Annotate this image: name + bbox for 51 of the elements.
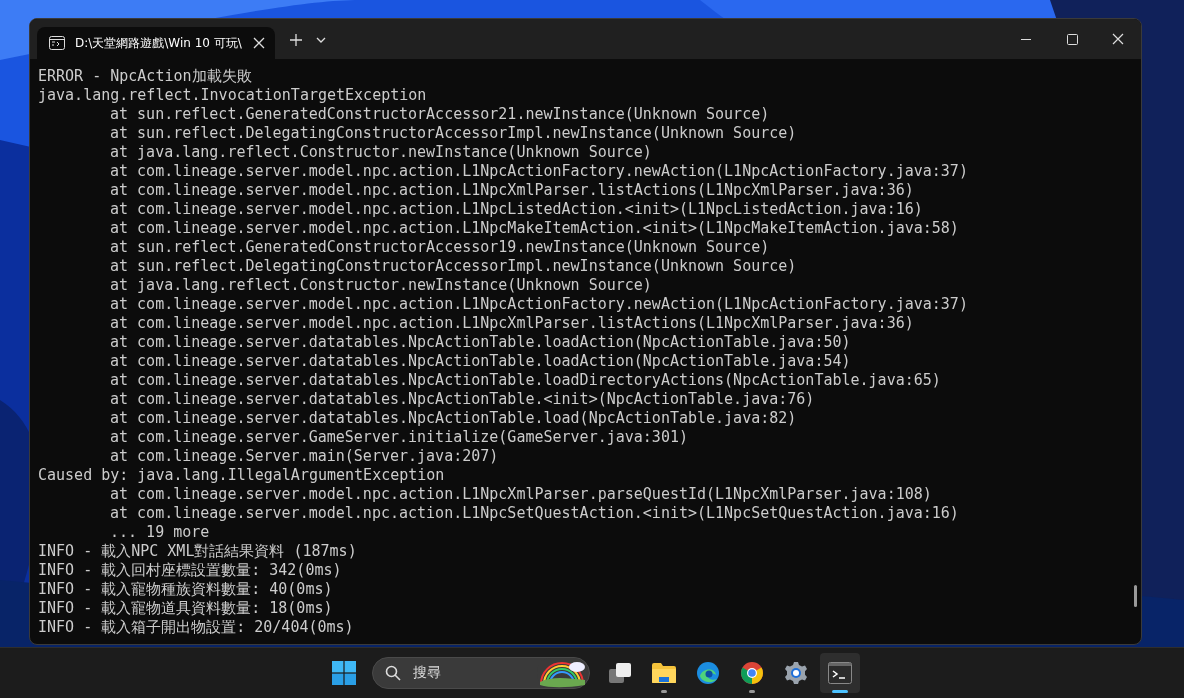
console-line: at com.lineage.server.GameServer.initialize(GameServer.java:301) <box>110 428 688 447</box>
console-line: at sun.reflect.DelegatingConstructorAccessorImpl.newInstance(Unknown Source) <box>110 124 797 143</box>
close-icon[interactable] <box>253 37 265 49</box>
console-line: at com.lineage.Server.main(Server.java:207) <box>110 447 499 466</box>
console-line: at com.lineage.server.model.npc.action.L1NpcActionFactory.newAction(L1NpcActionFactory.java:37) <box>110 162 968 181</box>
stacked-windows-icon <box>608 662 632 684</box>
settings-icon <box>784 661 808 685</box>
console-line: at com.lineage.server.datatables.NpcActionTable.loadDirectoryActions(NpcActionTable.java:65) <box>110 371 941 390</box>
scrollbar-thumb[interactable] <box>1134 585 1137 607</box>
console-line: at com.lineage.server.model.npc.action.L1NpcSetQuestAction.<init>(L1NpcSetQuestAction.java:16) <box>110 504 959 523</box>
edge-icon <box>696 661 720 685</box>
console-icon <box>49 36 65 50</box>
console-line: java.lang.reflect.InvocationTargetException <box>38 86 427 105</box>
console-line: at sun.reflect.DelegatingConstructorAccessorImpl.newInstance(Unknown Source) <box>110 257 797 276</box>
chevron-down-icon[interactable] <box>315 36 327 44</box>
search-icon <box>385 665 401 681</box>
console-line: INFO - 載入寵物道具資料數量: 18(0ms) <box>38 599 333 618</box>
plus-icon[interactable] <box>289 33 303 47</box>
console-line: at com.lineage.server.model.npc.action.L1NpcXmlParser.parseQuestId(L1NpcXmlParser.java:108) <box>110 485 932 504</box>
console-line: at com.lineage.server.model.npc.action.L1NpcActionFactory.newAction(L1NpcActionFactory.java:37) <box>110 295 968 314</box>
console-line: at java.lang.reflect.Constructor.newInstance(Unknown Source) <box>110 143 652 162</box>
console-line: at com.lineage.server.datatables.NpcActionTable.loadAction(NpcActionTable.java:50) <box>110 333 851 352</box>
windows-logo-icon <box>332 661 356 685</box>
console-line: ERROR - NpcAction加載失敗 <box>38 67 252 86</box>
console-line: INFO - 載入箱子開出物設置: 20/404(0ms) <box>38 618 354 637</box>
search-placeholder: 搜尋 <box>413 664 442 682</box>
console-line: INFO - 載入NPC XML對話結果資料 (187ms) <box>38 542 357 561</box>
running-indicator <box>661 690 667 693</box>
taskbar-app[interactable] <box>820 653 860 693</box>
console-line: ... 19 more <box>110 523 210 542</box>
console-line: at com.lineage.server.datatables.NpcActionTable.loadAction(NpcActionTable.java:54) <box>110 352 851 371</box>
chrome-icon <box>740 661 764 685</box>
running-indicator <box>832 690 848 693</box>
terminal-tab[interactable]: D:\天堂網路遊戲\Win 10 可玩\ <box>37 27 275 59</box>
running-indicator <box>749 690 755 693</box>
console-line: at com.lineage.server.model.npc.action.L1NpcXmlParser.listActions(L1NpcXmlParser.java:36) <box>110 314 914 333</box>
terminal-icon <box>828 662 852 684</box>
console-line: INFO - 載入寵物種族資料數量: 40(0ms) <box>38 580 333 599</box>
console-line: at com.lineage.server.model.npc.action.L1NpcMakeItemAction.<init>(L1NpcMakeItemAction.java:58) <box>110 219 959 238</box>
console-line: at com.lineage.server.datatables.NpcActionTable.load(NpcActionTable.java:82) <box>110 409 797 428</box>
folder-icon <box>651 662 677 684</box>
console-line: at com.lineage.server.model.npc.action.L1NpcListedAction.<init>(L1NpcListedAction.java:16) <box>110 200 923 219</box>
console-line: INFO - 載入回村座標設置數量: 342(0ms) <box>38 561 342 580</box>
console-line: at sun.reflect.GeneratedConstructorAccessor19.newInstance(Unknown Source) <box>110 238 770 257</box>
search-field[interactable]: 搜尋 <box>372 657 590 689</box>
console-line: at com.lineage.server.model.npc.action.L1NpcXmlParser.listActions(L1NpcXmlParser.java:36) <box>110 181 914 200</box>
console-line: at java.lang.reflect.Constructor.newInstance(Unknown Source) <box>110 276 652 295</box>
console-line: at com.lineage.server.datatables.NpcActionTable.<init>(NpcActionTable.java:76) <box>110 390 815 409</box>
console-line: Caused by: java.lang.IllegalArgumentException <box>38 466 445 485</box>
console-line: at sun.reflect.GeneratedConstructorAccessor21.newInstance(Unknown Source) <box>110 105 770 124</box>
tab-title: D:\天堂網路遊戲\Win 10 可玩\ <box>75 34 243 52</box>
